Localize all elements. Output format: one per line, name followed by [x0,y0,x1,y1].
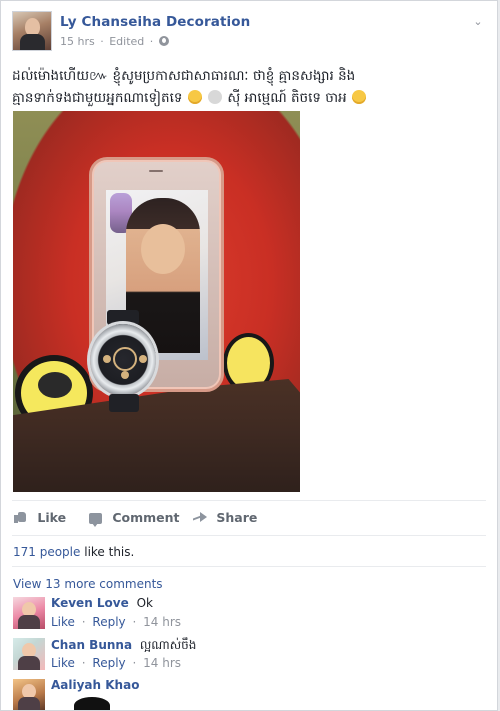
like-label: Like [37,510,67,525]
comment-meta: Like · Reply · 14 hrs [51,615,181,629]
comment-avatar-body [18,656,40,670]
comment-reply-link[interactable]: Reply [92,615,125,629]
comment-meta: Like · Reply · 14 hrs [51,656,181,670]
meta-separator: · [149,35,154,48]
comment-meta-separator: · [81,615,86,629]
post-time[interactable]: 15 hrs [60,35,95,48]
smile-emoji-icon [352,90,366,104]
likes-divider [12,566,486,567]
comment-time[interactable]: 14 hrs [143,656,181,670]
comment-author[interactable]: Chan Bunna [51,638,132,652]
comment-button[interactable]: Comment [89,506,180,530]
comment-avatar-body [18,615,40,629]
chevron-down-icon[interactable]: ⌄ [471,15,485,29]
like-button[interactable]: Like [13,506,66,530]
comment-text: Aaliyah Khao [51,678,483,692]
view-more-comments-link[interactable]: View 13 more comments [13,577,163,591]
edited-label[interactable]: Edited [109,35,144,48]
comment-like-link[interactable]: Like [51,656,75,670]
comment-item: Keven Love Ok Like · Reply · 14 hrs [13,596,483,635]
comment-label: Comment [112,510,180,525]
comment-text: Chan Bunna ល្អណាស់ចឹង [51,637,483,655]
comment-text: Keven Love Ok [51,596,483,610]
comment-author[interactable]: Aaliyah Khao [51,678,139,692]
moon-emoji-icon [208,90,223,104]
facebook-post-card: Ly Chanseiha Decoration 15 hrs · Edited … [0,0,498,711]
watch-strap-bottom [109,394,139,412]
comment-reply-link[interactable]: Reply [92,656,125,670]
share-label: Share [216,510,258,525]
relieved-emoji-icon [187,90,202,104]
post-text-line2-tail: ស៊ី អាម្មេណ៍ តិចទេ ចាអ [227,90,347,106]
avatar-body [20,34,45,50]
comment-body: Ok [136,596,153,610]
comment-meta-separator: · [132,615,137,629]
comment-meta-separator: · [81,656,86,670]
globe-icon [158,36,169,46]
share-icon [192,510,207,524]
post-divider [12,500,486,501]
comment-item: Chan Bunna ល្អណាស់ចឹង Like · Reply · 14 … [13,638,483,676]
likes-count[interactable]: 171 people [13,545,80,559]
post-photo[interactable] [13,111,300,492]
post-text-line2: គ្មានទាក់ទងជាមួយអ្នកណាទៀតទេ [12,90,183,106]
author-avatar[interactable] [12,11,52,51]
like-icon [13,510,27,524]
post-text: ដល់ម៉ោងហើយ៚ ខ្ញុំសូមប្រកាសជាសាធារណៈ ថាខ្… [12,65,483,109]
comment-body: ល្អណាស់ចឹង [139,638,197,652]
comment-avatar-body [18,697,40,710]
actions-divider [12,535,486,536]
comment-avatar[interactable] [13,638,45,670]
comment-avatar[interactable] [13,597,45,629]
likes-suffix: like this. [84,545,135,559]
comment-avatar[interactable] [13,679,45,710]
post-actions: Like Comment Share [1,506,497,530]
watch-strap-top [107,310,139,325]
comment-author[interactable]: Keven Love [51,596,129,610]
comment-time[interactable]: 14 hrs [143,615,181,629]
post-meta: 15 hrs · Edited · [60,35,171,48]
post-text-line1: ដល់ម៉ោងហើយ៚ ខ្ញុំសូមប្រកាសជាសាធារណៈ ថាខ្… [12,68,356,84]
post-header: Ly Chanseiha Decoration 15 hrs · Edited … [12,11,487,55]
comment-icon [89,513,102,527]
likes-summary: 171 people like this. [13,545,134,559]
post-author-name[interactable]: Ly Chanseiha Decoration [60,14,250,30]
screen-face [141,224,185,274]
meta-separator: · [100,35,104,48]
share-button[interactable]: Share [192,506,257,530]
comment-like-link[interactable]: Like [51,615,75,629]
comment-meta-separator: · [132,656,137,670]
partial-black-object [74,697,110,710]
watch-dial [113,347,137,371]
